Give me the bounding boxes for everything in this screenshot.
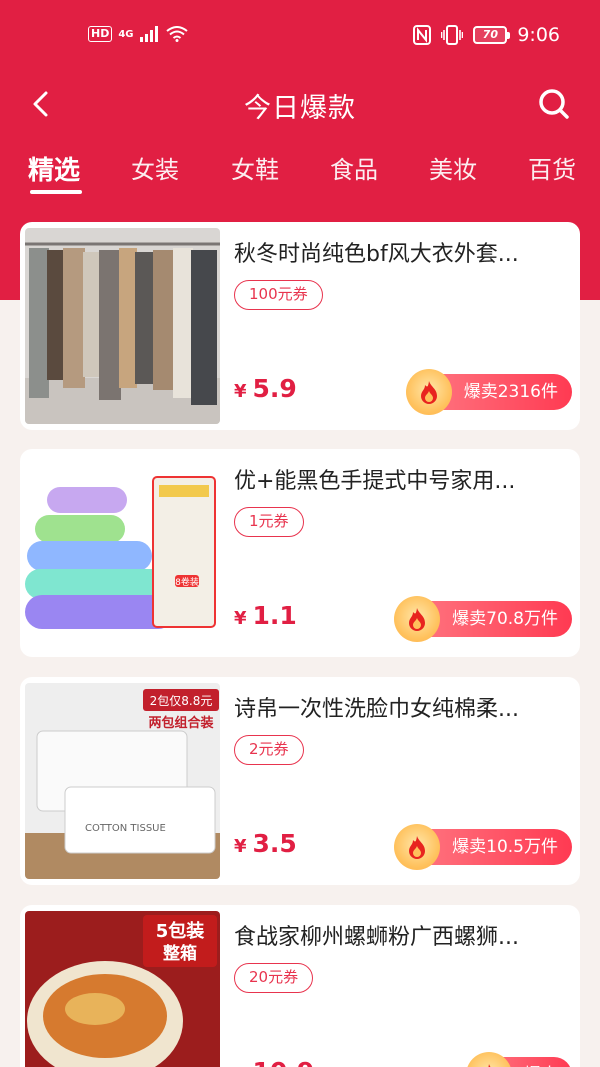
battery-indicator: 70	[473, 26, 511, 44]
nfc-icon	[413, 25, 432, 45]
thumb-badge-combo: 两包组合装	[148, 715, 213, 731]
product-price: ¥5.9	[234, 374, 297, 403]
coupon-badge: 2元券	[234, 735, 304, 765]
sales-badge: 爆卖70.8万件	[394, 596, 572, 642]
price-value: 10.9	[253, 1057, 315, 1067]
product-image: 5包装 整箱 24	[25, 911, 220, 1067]
tab-womens-clothing[interactable]: 女装	[131, 150, 179, 185]
category-tabs: 精选 女装 女鞋 食品 美妆 百货	[0, 150, 600, 198]
search-button[interactable]	[532, 82, 576, 126]
package-label: COTTON TISSUE	[85, 823, 166, 834]
product-title: 诗帛一次性洗脸巾女纯棉柔...	[234, 697, 519, 722]
status-time: 9:06	[517, 24, 560, 46]
product-price: ¥10.9	[234, 1057, 314, 1067]
tab-general-goods[interactable]: 百货	[528, 150, 576, 185]
tab-makeup[interactable]: 美妆	[429, 150, 477, 185]
status-left: HD 4G	[88, 26, 188, 42]
currency-symbol: ¥	[234, 608, 247, 629]
nav-bar: 今日爆款	[0, 76, 600, 130]
fire-icon	[394, 596, 441, 642]
wifi-icon	[165, 26, 188, 42]
sales-count: 爆卖2316件	[463, 382, 558, 402]
coupon-badge: 20元券	[234, 963, 314, 993]
status-bar: HD 4G 70 9:06	[0, 0, 600, 76]
product-card[interactable]: COTTON TISSUE 2包仅8.8元 两包组合装 诗帛一次性洗脸巾女纯棉柔…	[20, 677, 580, 885]
page-title: 今日爆款	[244, 93, 356, 124]
product-price: ¥1.1	[234, 601, 297, 630]
sales-badge: 爆卖2316件	[405, 369, 572, 415]
tab-womens-shoes[interactable]: 女鞋	[231, 150, 279, 185]
fire-icon	[466, 1052, 512, 1067]
price-value: 3.5	[252, 829, 297, 858]
currency-symbol: ¥	[234, 836, 247, 857]
signal-icon	[139, 26, 158, 42]
sales-count: 爆卖10.5万件	[452, 837, 558, 857]
status-right: 70 9:06	[413, 24, 560, 46]
fire-icon	[394, 824, 441, 870]
sales-badge: 爆卖10.5万件	[394, 824, 572, 870]
product-image: 8卷装	[25, 455, 220, 651]
product-title: 优+能黑色手提式中号家用...	[234, 469, 516, 494]
product-card[interactable]: 8卷装 优+能黑色手提式中号家用... 1元券 ¥1.1 爆卖70.8万件	[20, 449, 580, 657]
product-image: COTTON TISSUE 2包仅8.8元 两包组合装	[25, 683, 220, 879]
product-title: 秋冬时尚纯色bf风大衣外套...	[234, 242, 519, 267]
product-price: ¥3.5	[234, 829, 297, 858]
sales-badge: 爆卖	[466, 1052, 572, 1067]
coupon-badge: 100元券	[234, 280, 323, 310]
product-card[interactable]: 5包装 整箱 24 食战家柳州螺蛳粉广西螺狮... 20元券 ¥10.9 爆卖	[20, 905, 580, 1067]
price-value: 5.9	[252, 374, 297, 403]
network-type: 4G	[118, 28, 134, 40]
tab-featured[interactable]: 精选	[28, 150, 80, 187]
hd-badge: HD	[88, 26, 113, 42]
thumb-badge-price: 2包仅8.8元	[150, 694, 213, 708]
package-label: 8卷装	[175, 576, 199, 588]
sales-count: 爆卖70.8万件	[452, 609, 558, 629]
product-title: 食战家柳州螺蛳粉广西螺狮...	[234, 925, 519, 950]
product-card[interactable]: 秋冬时尚纯色bf风大衣外套... 100元券 ¥5.9 爆卖2316件	[20, 222, 580, 430]
thumb-badge-pack: 5包装	[156, 920, 205, 942]
currency-symbol: ¥	[234, 381, 247, 402]
active-tab-indicator	[30, 190, 82, 194]
coupon-badge: 1元券	[234, 507, 304, 537]
thumb-badge-box: 整箱	[163, 943, 197, 964]
tab-food[interactable]: 食品	[330, 150, 378, 185]
search-icon	[539, 89, 569, 119]
product-image	[25, 228, 220, 424]
vibrate-icon	[441, 25, 464, 45]
fire-icon	[405, 369, 452, 415]
price-value: 1.1	[252, 601, 297, 630]
